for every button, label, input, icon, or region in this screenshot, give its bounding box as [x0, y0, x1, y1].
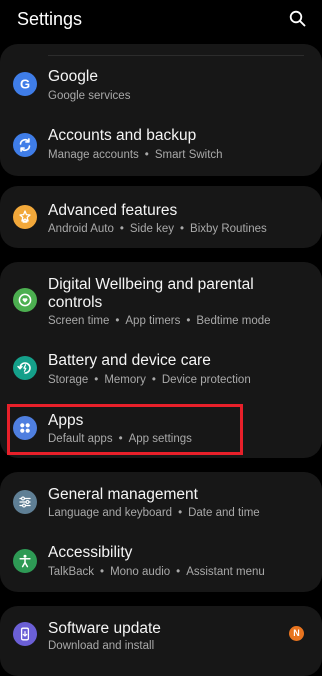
settings-item-advanced-features[interactable]: Advanced features Android Auto • Side key •… — [0, 186, 322, 248]
settings-item-subtitle: Android Auto • Side key • Bixby Routines — [48, 223, 267, 235]
settings-card-accounts: G Google Google services Accounts and ba… — [0, 44, 322, 176]
settings-item-label: Battery and device care — [48, 352, 211, 369]
settings-item-label: Software update — [48, 620, 161, 637]
settings-item-accounts-and-backup[interactable]: Accounts and backup Manage accounts • Smar… — [0, 116, 322, 174]
settings-card-update: Software update Download and install N — [0, 606, 322, 676]
google-icon: G — [13, 72, 37, 96]
search-button[interactable] — [288, 9, 308, 29]
top-bar: Settings — [0, 0, 322, 40]
device-care-icon — [13, 356, 37, 380]
settings-item-subtitle: Google services — [48, 90, 131, 102]
settings-item-label: Digital Wellbeing and parental — [48, 276, 254, 293]
settings-item-software-update[interactable]: Software update Download and install N — [0, 606, 322, 666]
advanced-features-icon — [13, 205, 37, 229]
settings-item-label: Advanced features — [48, 202, 178, 219]
settings-card-advanced: Advanced features Android Auto • Side key •… — [0, 186, 322, 248]
settings-item-label-line2: controls — [48, 294, 103, 311]
settings-item-label: Accounts and backup — [48, 127, 197, 144]
settings-item-general-management[interactable]: General management Language and keyboard… — [0, 472, 322, 532]
settings-item-label: General management — [48, 486, 198, 503]
sync-icon — [13, 133, 37, 157]
settings-item-google[interactable]: G Google Google services — [0, 58, 322, 116]
search-icon — [289, 10, 306, 27]
settings-item-subtitle: Download and install — [48, 640, 155, 652]
page-title: Settings — [17, 9, 83, 29]
wellbeing-icon — [13, 288, 37, 312]
settings-item-label: Accessibility — [48, 544, 133, 561]
settings-card-system: General management Language and keyboard… — [0, 472, 322, 592]
settings-item-subtitle: Language and keyboard • Date and time — [48, 507, 260, 519]
settings-item-subtitle: Screen time • App timers • Bedtime mode — [48, 315, 271, 327]
settings-item-battery-and-device-care[interactable]: Battery and device care Storage • Memory • D… — [0, 340, 322, 398]
new-badge: N — [289, 626, 304, 641]
apps-highlight-box — [7, 404, 243, 455]
accessibility-icon — [13, 549, 37, 573]
sliders-icon — [13, 490, 37, 514]
software-update-icon — [13, 622, 37, 646]
settings-item-subtitle: Manage accounts • Smart Switch — [48, 149, 223, 161]
divider — [48, 55, 304, 56]
settings-item-digital-wellbeing[interactable]: Digital Wellbeing and parental controls … — [0, 262, 322, 340]
svg-text:G: G — [20, 77, 30, 92]
settings-item-subtitle: TalkBack • Mono audio • Assistant menu — [48, 566, 265, 578]
settings-item-subtitle: Storage • Memory • Device protection — [48, 374, 251, 386]
settings-item-accessibility[interactable]: Accessibility TalkBack • Mono audio • Assist… — [0, 532, 322, 592]
settings-item-label: Google — [48, 68, 98, 85]
